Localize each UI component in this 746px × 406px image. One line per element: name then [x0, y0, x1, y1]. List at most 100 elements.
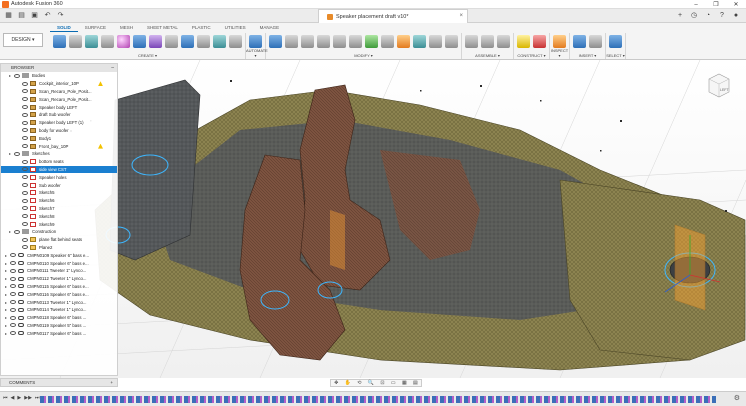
tree-row[interactable]: Sketch5	[1, 189, 117, 197]
visibility-eye-icon[interactable]	[10, 307, 16, 312]
help-icon[interactable]: ?	[718, 12, 726, 20]
visibility-eye-icon[interactable]	[22, 112, 28, 117]
tree-row[interactable]: Sub woofer	[1, 181, 117, 189]
notifications-icon[interactable]: ◷	[690, 12, 698, 20]
tab-mesh[interactable]: MESH	[113, 24, 140, 32]
tree-row[interactable]: Cockpit_interior_10P	[1, 80, 117, 88]
tab-surface[interactable]: SURFACE	[78, 24, 113, 32]
tree-row[interactable]: Speaker holes	[1, 173, 117, 181]
visibility-eye-icon[interactable]	[14, 151, 20, 156]
tool-button-2-6[interactable]	[365, 35, 378, 48]
tool-button-2-3[interactable]	[317, 35, 330, 48]
tool-button-2-7[interactable]	[381, 35, 394, 48]
tool-button-0-8[interactable]	[181, 35, 194, 48]
viewports-icon[interactable]: ▤	[413, 380, 418, 386]
ribbon-group-label[interactable]: CREATE ▾	[50, 53, 245, 58]
tab-manage[interactable]: MANAGE	[253, 24, 287, 32]
data-panel-icon[interactable]: ▦	[4, 11, 13, 20]
timeline-forward-button[interactable]: ▶▶	[24, 395, 32, 401]
tool-button-2-8[interactable]	[397, 35, 410, 48]
tool-button-2-0[interactable]	[269, 35, 282, 48]
close-tab-button[interactable]: ×	[459, 13, 463, 19]
tree-row[interactable]: ▸ CMPN0110 Speaker 6" bass e...	[1, 259, 117, 267]
browser-collapse-icon[interactable]: –	[111, 64, 114, 72]
visibility-eye-icon[interactable]	[22, 144, 28, 149]
tool-button-0-11[interactable]	[229, 35, 242, 48]
visibility-eye-icon[interactable]	[10, 253, 16, 258]
tool-button-2-2[interactable]	[301, 35, 314, 48]
tool-button-4-1[interactable]	[533, 35, 546, 48]
visibility-eye-icon[interactable]	[22, 183, 28, 188]
tree-row[interactable]: body for woofer	[1, 127, 117, 135]
workspace-switcher[interactable]: DESIGN ▾	[3, 33, 43, 47]
jobs-icon[interactable]: ◔	[704, 12, 712, 20]
timeline-back-button[interactable]: ◀	[11, 395, 15, 401]
tool-button-0-1[interactable]	[69, 35, 82, 48]
ribbon-group-label[interactable]: ASSEMBLE ▾	[462, 53, 513, 58]
tree-row[interactable]: side view CST	[1, 165, 117, 174]
timeline-settings-icon[interactable]: ⚙	[734, 394, 740, 402]
tool-button-2-10[interactable]	[429, 35, 442, 48]
free-orbit-icon[interactable]: ⟲	[357, 380, 361, 386]
tool-button-4-0[interactable]	[517, 35, 530, 48]
visibility-eye-icon[interactable]	[22, 128, 28, 133]
visibility-eye-icon[interactable]	[22, 190, 28, 195]
ribbon-group-label[interactable]: AUTOMATE ▾	[246, 48, 268, 58]
tree-row[interactable]: Body1	[1, 134, 117, 142]
add-comment-button[interactable]: +	[110, 379, 113, 387]
tool-button-3-0[interactable]	[465, 35, 478, 48]
visibility-eye-icon[interactable]	[14, 229, 20, 234]
tree-row[interactable]: ▸ Bodies	[1, 72, 117, 80]
tree-row[interactable]: ▸ Construction	[1, 228, 117, 236]
visibility-eye-icon[interactable]	[10, 315, 16, 320]
fit-icon[interactable]: ⊡	[380, 380, 384, 386]
tree-row[interactable]: Sketch9	[1, 220, 117, 228]
visibility-eye-icon[interactable]	[22, 222, 28, 227]
display-settings-icon[interactable]: ▭	[391, 380, 396, 386]
document-tab[interactable]: Speaker placement draft v10* ×	[318, 9, 468, 23]
close-window-button[interactable]: ✕	[726, 0, 746, 9]
visibility-eye-icon[interactable]	[22, 175, 28, 180]
visibility-eye-icon[interactable]	[14, 73, 20, 78]
ribbon-group-label[interactable]: SELECT ▾	[606, 53, 625, 58]
tree-row[interactable]: Sketch6	[1, 197, 117, 205]
tree-row[interactable]: plane flat behind seats	[1, 236, 117, 244]
tree-row[interactable]: ▸ CMPN0117 Speaker 6" bass ...	[1, 329, 117, 337]
tool-button-2-11[interactable]	[445, 35, 458, 48]
tool-button-0-3[interactable]	[101, 35, 114, 48]
comments-panel[interactable]: COMMENTS +	[0, 378, 118, 387]
tree-row[interactable]: bottom seats	[1, 158, 117, 166]
tree-row[interactable]: ▸ CMPN0114 Tweeter 1" Lynco...	[1, 306, 117, 314]
visibility-eye-icon[interactable]	[10, 268, 16, 273]
tool-button-2-1[interactable]	[285, 35, 298, 48]
visibility-eye-icon[interactable]	[22, 136, 28, 141]
tree-row[interactable]: draft Sub woofer	[1, 111, 117, 119]
tab-plastic[interactable]: PLASTIC	[185, 24, 218, 32]
visibility-eye-icon[interactable]	[22, 105, 28, 110]
ribbon-group-label[interactable]: INSERT ▾	[570, 53, 605, 58]
visibility-eye-icon[interactable]	[10, 292, 16, 297]
visibility-eye-icon[interactable]	[22, 81, 28, 86]
visibility-eye-icon[interactable]	[22, 167, 28, 172]
tree-row[interactable]: ▸ CMPN0112 Tweeter 1" Lynco...	[1, 275, 117, 283]
timeline-end-button[interactable]: ⏭	[35, 395, 40, 401]
tool-button-7-0[interactable]	[609, 35, 622, 48]
tree-row[interactable]: Front_bay_10P	[1, 142, 117, 150]
tree-row[interactable]: ▸ CMPN0119 Speaker 5" bass ...	[1, 322, 117, 330]
tree-row[interactable]: Speaker body LEFT (1)	[1, 119, 117, 127]
tree-row[interactable]: ▸ CMPN0113 Tweeter 1" Lynco...	[1, 298, 117, 306]
timeline-play-button[interactable]: ▶	[17, 395, 21, 401]
minimize-button[interactable]: –	[686, 0, 706, 9]
ribbon-group-label[interactable]: CONSTRUCT ▾	[514, 53, 549, 58]
tab-utilities[interactable]: UTILITIES	[218, 24, 253, 32]
tab-sheet-metal[interactable]: SHEET METAL	[140, 24, 185, 32]
visibility-eye-icon[interactable]	[10, 323, 16, 328]
tree-row[interactable]: ▸ CMPN0118 Speaker 6" bass ...	[1, 314, 117, 322]
visibility-eye-icon[interactable]	[22, 97, 28, 102]
redo-icon[interactable]: ↷	[56, 11, 65, 20]
tool-button-2-5[interactable]	[349, 35, 362, 48]
maximize-button[interactable]: ❐	[706, 0, 726, 9]
tree-row[interactable]: Plane2	[1, 244, 117, 252]
file-menu-icon[interactable]: ▤	[17, 11, 26, 20]
visibility-eye-icon[interactable]	[22, 214, 28, 219]
